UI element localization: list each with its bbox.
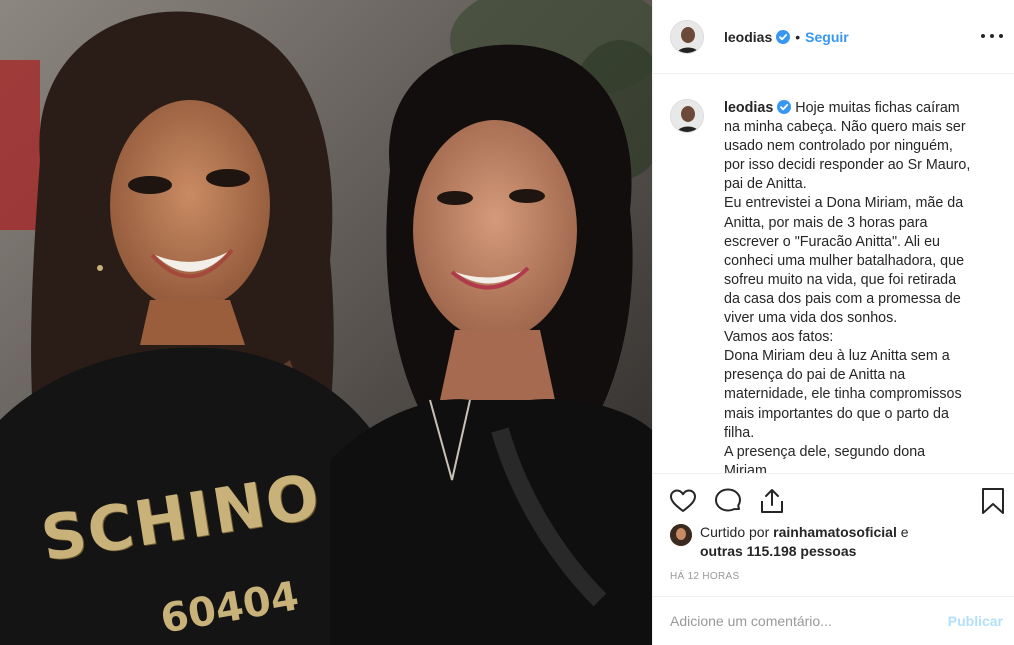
caption-comment: leodias Hoje muitas fichas caíram na min…: [670, 99, 999, 473]
share-icon[interactable]: [758, 487, 786, 515]
caption-line: usado nem controlado por ninguém,: [724, 138, 953, 155]
caption-line: na minha cabeça. Não quero mais ser: [724, 119, 966, 136]
author-avatar[interactable]: [670, 19, 704, 54]
liker-avatar[interactable]: [670, 524, 692, 546]
caption-line: Vamos aos fatos:: [724, 329, 834, 346]
verified-badge-icon: [776, 29, 791, 44]
publish-button[interactable]: Publicar: [948, 613, 1003, 629]
caption-text: leodias Hoje muitas fichas caíram na min…: [724, 99, 990, 473]
caption-line: da casa dos pais com a promessa de: [724, 290, 961, 307]
caption-line: escrever o "Furacão Anitta". Ali eu: [724, 233, 940, 250]
post-side-panel: leodias • Seguir leodias Hoje muitas fic…: [652, 0, 1014, 645]
caption-line: pai de Anitta.: [724, 176, 807, 193]
heart-icon[interactable]: [669, 487, 697, 515]
likes-others-count[interactable]: outras 115.198 pessoas: [700, 543, 856, 559]
caption-line: por isso decidi responder ao Sr Mauro,: [724, 157, 971, 174]
caption-line: filha.: [724, 424, 755, 441]
likes-prefix: Curtido por: [700, 524, 770, 540]
caption-line: Miriam, ...: [724, 462, 787, 473]
caption-line: Dona Miriam deu à luz Anitta sem a: [724, 348, 950, 365]
caption-line: viver uma vida dos sonhos.: [724, 310, 898, 327]
comment-icon[interactable]: [714, 487, 742, 515]
caption-line: maternidade, ele tinha compromissos: [724, 386, 962, 403]
action-bar: [653, 473, 1014, 523]
verified-badge-icon: [777, 100, 792, 114]
likes-conjunction: e: [900, 524, 909, 540]
caption-line-text: Hoje muitas fichas caíram: [795, 100, 960, 116]
caption-line: Anitta, por mais de 3 horas para: [724, 214, 928, 231]
caption-line: conheci uma mulher batalhadora, que: [724, 252, 965, 269]
caption-line: leodias Hoje muitas fichas caíram: [724, 99, 990, 118]
comment-input[interactable]: [670, 613, 948, 629]
caption-line: A presença dele, segundo dona: [724, 443, 926, 460]
liker-username[interactable]: rainhamatosoficial: [773, 524, 897, 540]
comment-bar: Publicar: [653, 596, 1014, 645]
post-photo[interactable]: SCHINO 60404: [0, 0, 652, 645]
likes-summary: Curtido por rainhamatosoficial e outras …: [670, 523, 1010, 561]
header-separator: •: [795, 28, 801, 45]
post-header: leodias • Seguir: [653, 0, 1014, 74]
author-username[interactable]: leodias: [724, 29, 772, 45]
caption-scroll-area[interactable]: leodias Hoje muitas fichas caíram na min…: [653, 75, 1014, 473]
caption-line: mais importantes do que o parto da: [724, 405, 949, 422]
bookmark-icon[interactable]: [979, 487, 1007, 515]
caption-line: presença do pai de Anitta na: [724, 367, 906, 384]
caption-line: sofreu muito na vida, que foi retirada: [724, 271, 957, 288]
more-options-icon[interactable]: [981, 26, 1003, 46]
caption-line: Eu entrevistei a Dona Miriam, mãe da: [724, 195, 964, 212]
follow-button[interactable]: Seguir: [805, 29, 849, 45]
post-timestamp[interactable]: HÁ 12 HORAS: [670, 571, 739, 582]
caption-username[interactable]: leodias: [724, 100, 773, 116]
caption-author-avatar[interactable]: [670, 99, 704, 133]
likes-text: Curtido por rainhamatosoficial e outras …: [700, 523, 909, 561]
